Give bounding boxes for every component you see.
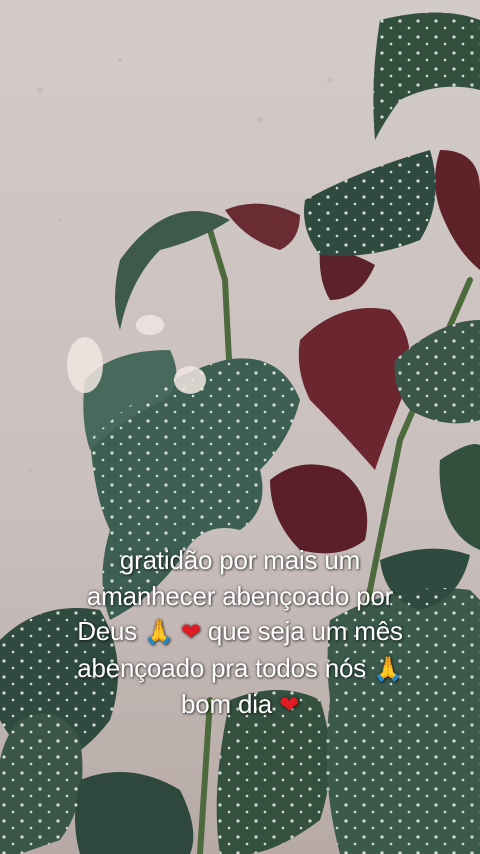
caption-overlay: gratidão por mais um amanhecer abençoado…: [18, 543, 462, 724]
caption-line-1: gratidão por mais um: [119, 545, 361, 575]
caption-line-3-start: Deus: [77, 616, 138, 646]
caption-line-5: bom dia ❤: [18, 687, 462, 724]
praying-hands-icon: 🙏: [144, 618, 174, 646]
begonia-plant-photo: [0, 0, 480, 854]
photo-scene: gratidão por mais um amanhecer abençoado…: [0, 0, 480, 854]
praying-hands-icon: 🙏: [373, 654, 403, 683]
caption-line-2: amanhecer abençoado por: [86, 580, 394, 611]
red-heart-icon: ❤: [279, 691, 300, 719]
caption-line-4: abençoado pra todos nós 🙏: [18, 651, 462, 688]
caption-line-4-text: abençoado pra todos nós: [77, 652, 367, 683]
caption-line-3-end: que seja um mês: [207, 616, 403, 646]
red-heart-icon: ❤: [180, 618, 201, 646]
caption-line-5-text: bom dia: [180, 689, 273, 719]
caption-line-3: Deus 🙏 ❤ que seja um mês: [18, 614, 462, 651]
